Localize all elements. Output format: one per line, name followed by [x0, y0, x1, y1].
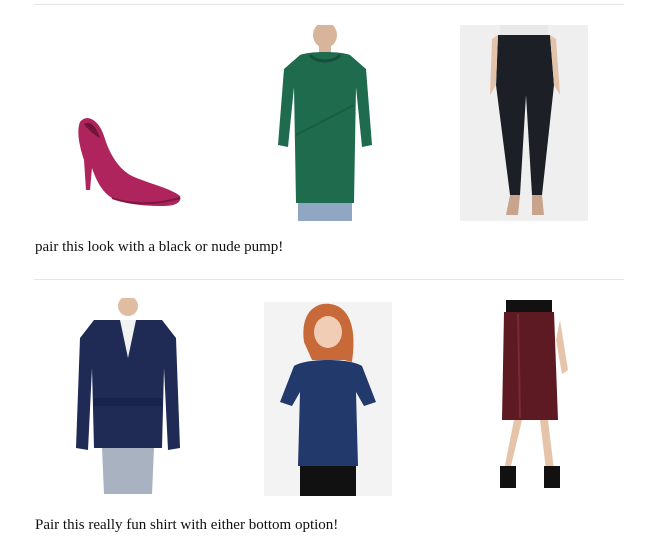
section-caption-2: Pair this really fun shirt with either b… — [35, 517, 339, 533]
top-divider — [34, 4, 624, 5]
sweater-icon — [278, 25, 372, 221]
product-image-skirt[interactable] — [496, 300, 576, 496]
product-image-pump[interactable] — [72, 110, 190, 210]
section-divider — [34, 279, 624, 280]
section-caption-1: pair this look with a black or nude pump… — [35, 239, 284, 255]
product-image-blazer[interactable] — [72, 298, 184, 496]
jeans-icon — [490, 25, 560, 215]
blazer-icon — [76, 298, 180, 494]
product-image-jeans[interactable] — [460, 25, 588, 221]
pump-shoe-icon — [78, 118, 181, 206]
product-image-sweater[interactable] — [270, 25, 380, 221]
skirt-icon — [500, 300, 568, 488]
blouse-icon — [280, 303, 376, 496]
product-image-blouse[interactable] — [264, 302, 392, 496]
